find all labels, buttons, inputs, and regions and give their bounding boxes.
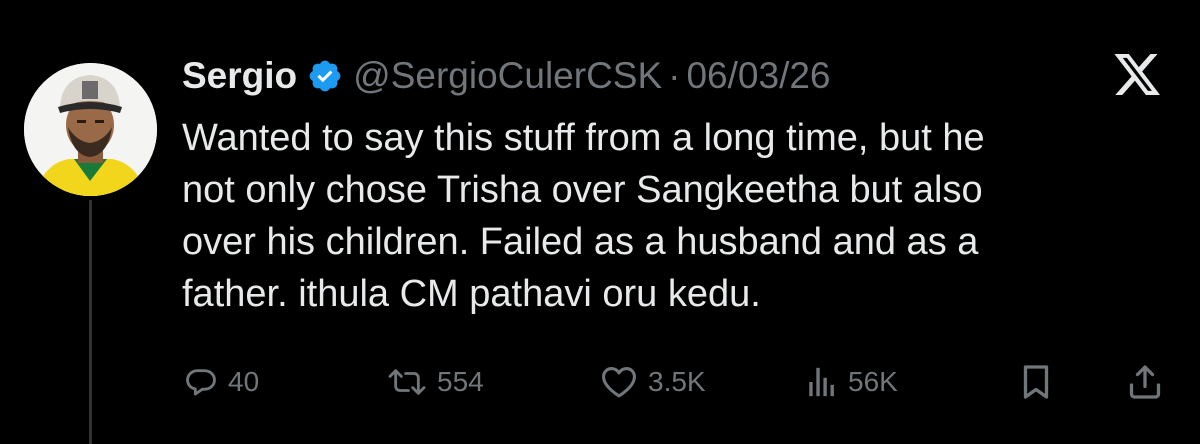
views-button[interactable]: 56K xyxy=(806,358,898,406)
thread-line xyxy=(89,200,92,444)
reply-icon xyxy=(186,369,216,396)
like-button[interactable]: 3.5K xyxy=(600,358,706,406)
display-name[interactable]: Sergio xyxy=(182,55,297,97)
user-handle[interactable]: @SergioCulerCSK xyxy=(353,55,662,97)
avatar-image xyxy=(24,63,157,196)
verified-badge-icon xyxy=(307,58,343,94)
reply-button[interactable]: 40 xyxy=(184,358,259,406)
x-logo-icon xyxy=(1114,54,1162,98)
views-chart-icon xyxy=(809,367,834,397)
repost-count: 554 xyxy=(437,366,484,397)
tweet-header: Sergio @SergioCulerCSK · 06/03/26 xyxy=(182,52,831,100)
tweet-text-line: not only chose Trisha over Sangkeetha bu… xyxy=(182,169,983,211)
tweet-text-line: Wanted to say this stuff from a long tim… xyxy=(182,117,985,159)
share-button[interactable] xyxy=(1128,358,1162,406)
tweet-text-line: father. ithula CM pathavi oru kedu. xyxy=(182,273,761,315)
avatar[interactable] xyxy=(24,63,157,196)
share-icon xyxy=(1129,365,1161,399)
bookmark-icon xyxy=(1023,365,1049,399)
action-bar: 40 554 3.5K 56K xyxy=(182,358,1172,406)
repost-icon xyxy=(388,369,426,395)
tweet-date[interactable]: 06/03/26 xyxy=(686,55,830,97)
views-count: 56K xyxy=(848,366,898,397)
separator-dot: · xyxy=(668,55,681,96)
reply-count: 40 xyxy=(228,366,260,397)
tweet-text-line: over his children. Failed as a husband a… xyxy=(182,221,979,263)
tweet-text: Wanted to say this stuff from a long tim… xyxy=(182,112,1172,320)
bookmark-button[interactable] xyxy=(1020,358,1052,406)
heart-icon xyxy=(602,367,636,398)
repost-button[interactable]: 554 xyxy=(387,358,484,406)
like-count: 3.5K xyxy=(648,366,706,397)
